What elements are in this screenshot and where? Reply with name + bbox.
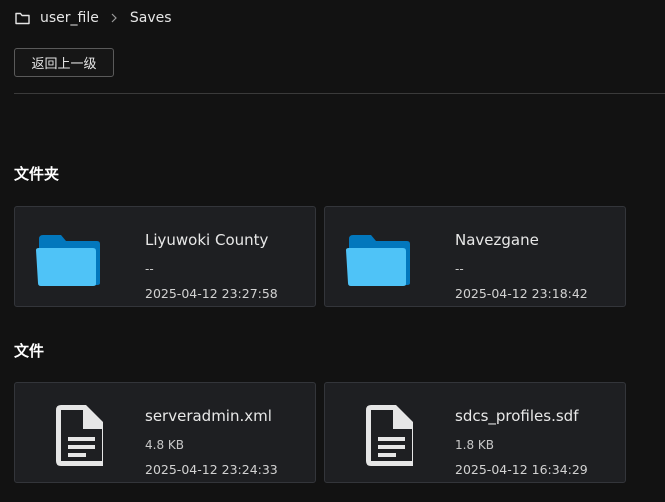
folder-card-liyuwoki-county[interactable]: Liyuwoki County -- 2025-04-12 23:27:58 [14,206,316,307]
breadcrumb: user_file Saves [14,7,172,29]
folder-name: Liyuwoki County [145,231,269,249]
breadcrumb-item-user-file[interactable]: user_file [40,10,99,26]
file-name: sdcs_profiles.sdf [455,407,579,425]
folder-icon [345,227,413,291]
folder-size: -- [455,262,464,276]
document-icon [345,403,417,467]
folder-outline-icon[interactable] [14,10,30,26]
file-name: serveradmin.xml [145,407,272,425]
file-card-sdcs-profiles[interactable]: sdcs_profiles.sdf 1.8 KB 2025-04-12 16:3… [324,382,626,483]
file-modified-date: 2025-04-12 16:34:29 [455,462,588,477]
folders-section-title: 文件夹 [14,165,60,183]
files-section-title: 文件 [14,342,45,360]
folder-modified-date: 2025-04-12 23:27:58 [145,286,278,301]
chevron-right-icon [108,12,120,24]
folder-size: -- [145,262,154,276]
back-button[interactable]: 返回上一级 [14,48,114,77]
folder-card-navezgane[interactable]: Navezgane -- 2025-04-12 23:18:42 [324,206,626,307]
folder-name: Navezgane [455,231,539,249]
file-modified-date: 2025-04-12 23:24:33 [145,462,278,477]
folder-icon [35,227,103,291]
file-size: 1.8 KB [455,438,494,452]
file-card-serveradmin[interactable]: serveradmin.xml 4.8 KB 2025-04-12 23:24:… [14,382,316,483]
divider [14,93,665,94]
document-icon [35,403,107,467]
breadcrumb-item-saves[interactable]: Saves [130,10,172,26]
file-size: 4.8 KB [145,438,184,452]
folder-modified-date: 2025-04-12 23:18:42 [455,286,588,301]
